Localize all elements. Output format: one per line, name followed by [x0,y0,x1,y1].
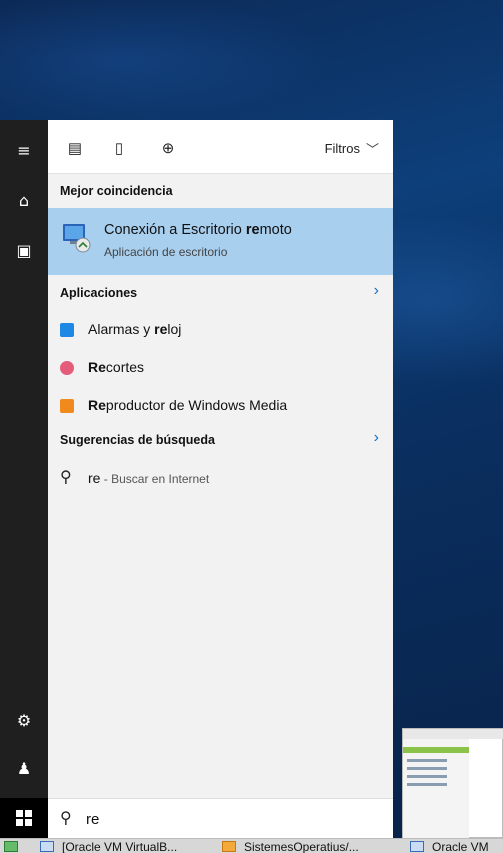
best-match-heading: Mejor coincidencia [60,184,173,198]
thumbnail-row [407,767,447,770]
taskbar: [Oracle VM VirtualB... SistemesOperatius… [0,838,503,853]
app-result-label: Alarmas y reloj [88,321,181,337]
virtualbox-icon [410,841,424,852]
thumbnail-selected-row [403,747,469,753]
search-results-panel: ▤ ▯ ⊕ Filtros ﹀ Mejor coincidencia Conex… [48,120,393,798]
media-player-icon [60,399,74,413]
settings-icon[interactable]: ⚙ [0,700,48,740]
best-match-result[interactable]: Conexión a Escritorio remoto Aplicación … [48,208,393,275]
suggestion-text: re - Buscar en Internet [88,470,209,486]
label-rest: loj [167,321,182,337]
search-icon: ⚲ [60,469,72,486]
alarms-icon [60,323,74,337]
label-text: Alarmas y [88,321,155,337]
best-match-title-highlight: re [245,222,260,238]
menu-icon[interactable]: ≡ [0,130,48,170]
label-highlight: re [154,321,168,337]
thumbnail-sidebar [403,739,469,839]
app-result-media-player[interactable]: Reproductor de Windows Media [48,387,393,425]
suggestions-expand-arrow-icon[interactable]: › [374,429,379,447]
filters-button[interactable]: Filtros ﹀ [325,139,379,158]
user-icon[interactable]: ♟ [0,748,48,788]
app-result-label: Reproductor de Windows Media [88,397,287,413]
firefox-icon [222,841,236,852]
remote-desktop-icon [63,224,91,253]
thumbnail-row [407,783,447,786]
search-input[interactable] [86,807,376,831]
label-rest: cortes [105,359,145,375]
start-rail: ≡ ⌂ ▣ ⚙ ♟ [0,120,48,838]
best-match-subtitle: Aplicación de escritorio [104,245,228,259]
search-suggestions-heading[interactable]: Sugerencias de búsqueda [60,433,215,447]
best-match-title: Conexión a Escritorio remoto [104,222,292,238]
best-match-title-rest: moto [259,222,292,238]
taskbar-search-box[interactable]: ⚲ [48,798,393,838]
documents-icon[interactable]: ▣ [0,230,48,270]
web-filter-icon[interactable]: ⊕ [157,137,179,159]
suggestion-hint: - Buscar en Internet [100,472,210,486]
thumbnail-row [407,759,447,762]
documents-filter-icon[interactable]: ▯ [108,137,130,159]
taskbar-item-virtualbox[interactable]: [Oracle VM VirtualB... [62,840,177,853]
app-result-label: Recortes [88,359,144,375]
label-rest: productor de Windows Media [105,397,288,413]
window-thumbnail-preview[interactable] [402,728,503,839]
taskbar-item-oracle-vm[interactable]: Oracle VM [432,840,489,853]
app-result-snipping-tool[interactable]: Recortes [48,349,393,387]
suggestion-query: re [88,470,101,486]
filter-bar: ▤ ▯ ⊕ Filtros ﹀ [48,120,393,174]
system-tray-icon[interactable] [4,841,18,852]
label-highlight: Re [88,359,106,375]
home-icon[interactable]: ⌂ [0,180,48,220]
scissors-icon [60,361,74,375]
search-icon: ⚲ [60,808,72,827]
thumbnail-row [407,775,447,778]
best-match-title-text: Conexión a Escritorio [104,222,246,238]
label-highlight: Re [88,397,106,413]
thumbnail-toolbar [403,729,503,739]
apps-expand-arrow-icon[interactable]: › [374,282,379,300]
app-result-alarms[interactable]: Alarmas y reloj [48,311,393,349]
filters-label: Filtros [324,141,360,156]
windows-start-button[interactable] [0,798,48,838]
windows-logo-icon [16,810,32,826]
chevron-down-icon: ﹀ [365,142,379,157]
virtualbox-icon [40,841,54,852]
taskbar-item-browser[interactable]: SistemesOperatius/... [244,840,359,853]
apps-heading[interactable]: Aplicaciones [60,286,137,300]
apps-filter-icon[interactable]: ▤ [64,137,86,159]
web-suggestion[interactable]: ⚲ re - Buscar en Internet [48,460,393,496]
